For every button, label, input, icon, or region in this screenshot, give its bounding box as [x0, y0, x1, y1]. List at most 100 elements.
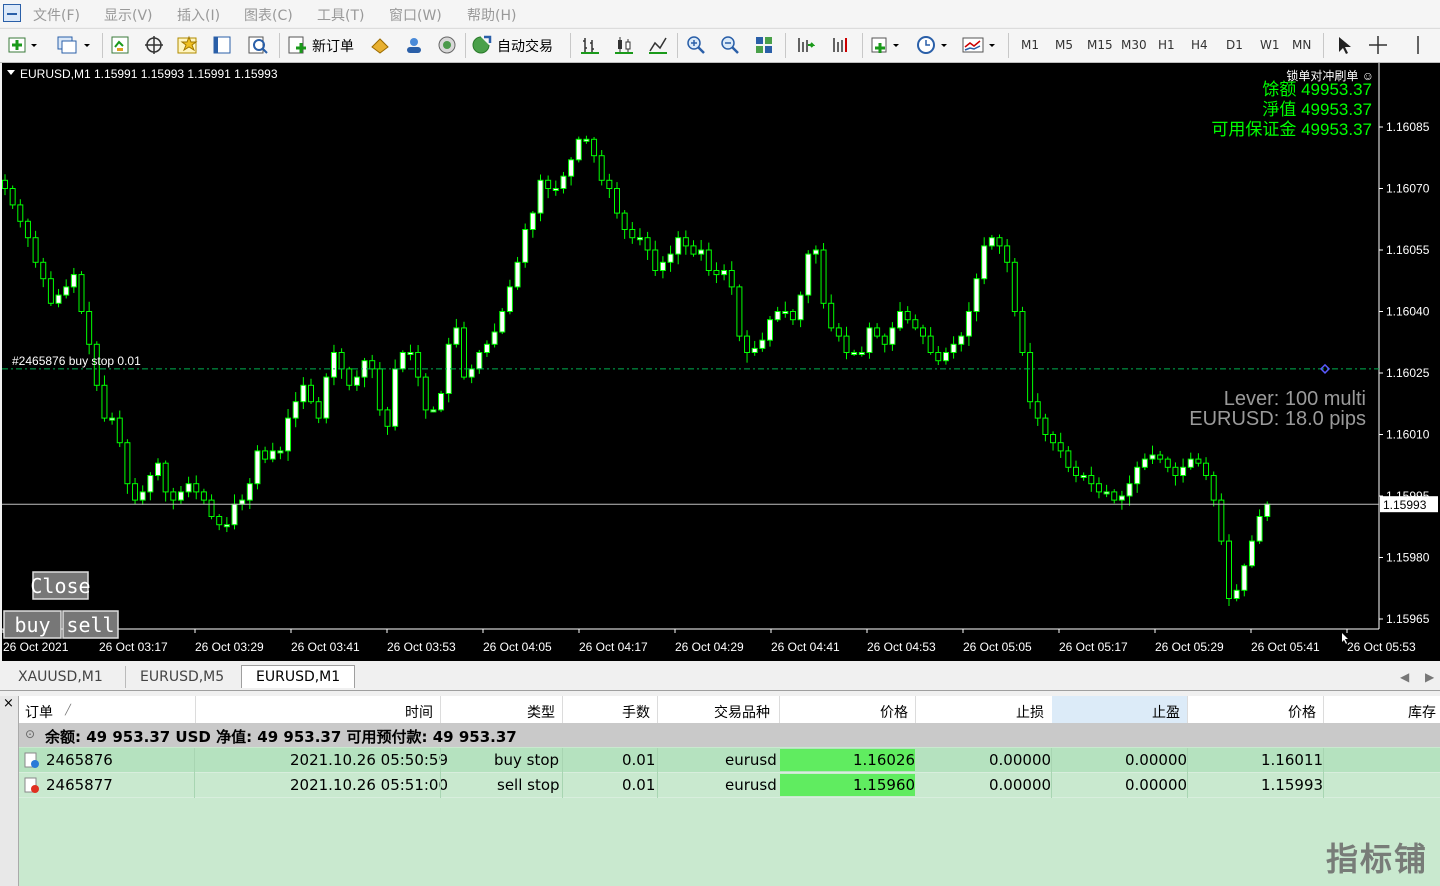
- table-row[interactable]: 2465876 2021.10.26 05:50:59 buy stop 0.0…: [19, 748, 1440, 773]
- timeframe-mn[interactable]: MN: [1292, 38, 1311, 52]
- candle-body: [78, 274, 85, 313]
- col-stop-loss[interactable]: 止损: [1016, 702, 1044, 722]
- col-take-profit[interactable]: 止盈: [1152, 702, 1180, 722]
- periods-clock-icon[interactable]: [916, 35, 947, 55]
- order-price: 1.15960: [853, 776, 916, 794]
- sell-button-label[interactable]: sell: [66, 613, 114, 637]
- candle-body: [55, 294, 62, 304]
- candle-body: [438, 393, 445, 411]
- candle-body: [537, 179, 544, 214]
- metaeditor-icon[interactable]: [370, 35, 390, 55]
- col-lots[interactable]: 手数: [622, 702, 650, 722]
- indicators-icon[interactable]: [870, 35, 899, 55]
- col-current-price[interactable]: 价格: [1288, 702, 1316, 722]
- market-watch-icon[interactable]: [110, 35, 130, 55]
- candle-body: [560, 175, 567, 189]
- menu-view[interactable]: 显示(V): [104, 5, 153, 25]
- timeframe-d1[interactable]: D1: [1226, 38, 1243, 52]
- zoom-in-icon[interactable]: [686, 35, 706, 55]
- menu-window[interactable]: 窗口(W): [389, 5, 442, 25]
- tab-xauusd-m1[interactable]: XAUUSD,M1: [4, 666, 117, 688]
- community-icon[interactable]: [404, 35, 424, 55]
- candle-body: [1118, 495, 1125, 501]
- tile-windows-icon[interactable]: [754, 35, 774, 55]
- table-row[interactable]: 2465877 2021.10.26 05:51:00 sell stop 0.…: [19, 773, 1440, 798]
- col-order[interactable]: 订单: [25, 702, 53, 722]
- x-tick-label: 26 Oct 03:29: [195, 640, 264, 654]
- candle-body: [1057, 442, 1064, 452]
- col-swap[interactable]: 库存: [1408, 702, 1436, 722]
- x-tick-label: 26 Oct 03:53: [387, 640, 456, 654]
- candlestick-icon[interactable]: [614, 35, 634, 55]
- profiles-icon[interactable]: [56, 35, 90, 55]
- templates-icon[interactable]: [962, 35, 995, 55]
- buy-button-label[interactable]: buy: [14, 613, 50, 637]
- candlestick-chart[interactable]: 1.16085 1.16070 1.16055 1.16040 1.16025 1.160…: [2, 63, 1440, 661]
- strategy-tester-icon[interactable]: [247, 35, 268, 55]
- order-type: buy stop: [494, 751, 560, 769]
- candle-body: [1210, 475, 1217, 501]
- candle-body: [384, 409, 391, 427]
- close-all-button-label[interactable]: Close: [30, 574, 90, 598]
- terminal-panel: × 订单 ╱ 时间 类型 手数 交易品种 价格 止损 止盈 价格 库存 ⊙ 余额…: [0, 696, 1440, 886]
- terminal-window-icon[interactable]: [212, 35, 232, 55]
- timeframe-m30[interactable]: M30: [1121, 38, 1147, 52]
- crosshair-tool-icon[interactable]: [1368, 35, 1388, 55]
- signals-icon[interactable]: [437, 35, 457, 55]
- candle-body: [1004, 245, 1011, 263]
- tab-scroll-right-icon[interactable]: ▶: [1425, 670, 1434, 684]
- candle-body: [950, 343, 957, 353]
- candle-body: [376, 368, 383, 411]
- auto-trading-button[interactable]: 自动交易: [497, 36, 553, 56]
- menu-file[interactable]: 文件(F): [33, 5, 80, 25]
- candle-body: [797, 294, 804, 321]
- timeframe-m1[interactable]: M1: [1021, 38, 1039, 52]
- new-order-icon[interactable]: [287, 35, 307, 55]
- auto-trading-icon[interactable]: [471, 35, 492, 55]
- chart-shift-icon[interactable]: [830, 35, 850, 55]
- new-chart-icon[interactable]: [8, 35, 37, 55]
- candle-body: [682, 237, 689, 247]
- zoom-out-icon[interactable]: [720, 35, 740, 55]
- col-time[interactable]: 时间: [405, 702, 433, 722]
- menu-charts[interactable]: 图表(C): [244, 5, 293, 25]
- candle-body: [988, 237, 995, 247]
- tab-scroll-left-icon[interactable]: ◀: [1400, 670, 1409, 684]
- close-icon[interactable]: ×: [3, 696, 14, 711]
- x-tick-label: 26 Oct 05:53: [1347, 640, 1416, 654]
- timeframe-m15[interactable]: M15: [1087, 38, 1113, 52]
- menu-insert[interactable]: 插入(I): [177, 5, 220, 25]
- menu-help[interactable]: 帮助(H): [467, 5, 516, 25]
- candle-body: [300, 384, 307, 403]
- cursor-arrow-icon[interactable]: [1334, 35, 1354, 55]
- tab-eurusd-m1[interactable]: EURUSD,M1: [241, 665, 356, 688]
- order-type: sell stop: [497, 776, 560, 794]
- chart-tabs: XAUUSD,M1 EURUSD,M5 EURUSD,M1 ◀ ▶: [0, 662, 1440, 691]
- tab-eurusd-m5[interactable]: EURUSD,M5: [125, 666, 238, 688]
- candle-body: [422, 376, 429, 411]
- col-symbol[interactable]: 交易品种: [714, 702, 770, 722]
- account-summary: 余额: 49 953.37 USD 净值: 49 953.37 可用预付款: 4…: [45, 728, 517, 746]
- timeframe-h1[interactable]: H1: [1158, 38, 1175, 52]
- timeframe-h4[interactable]: H4: [1191, 38, 1208, 52]
- auto-scroll-icon[interactable]: [795, 35, 816, 55]
- candle-body: [973, 278, 980, 312]
- candle-body: [828, 302, 835, 329]
- favorites-icon[interactable]: [177, 35, 198, 55]
- col-price[interactable]: 价格: [880, 702, 908, 722]
- new-order-button[interactable]: 新订单: [312, 36, 354, 56]
- timeframe-m5[interactable]: M5: [1055, 38, 1073, 52]
- candle-body: [17, 204, 24, 222]
- candle-body: [621, 212, 628, 231]
- col-type[interactable]: 类型: [527, 702, 555, 722]
- line-chart-icon[interactable]: [648, 35, 668, 55]
- order-current-price: 1.15993: [1261, 776, 1324, 794]
- menu-tools[interactable]: 工具(T): [317, 5, 364, 25]
- vertical-line-tool-icon[interactable]: [1408, 35, 1428, 55]
- candle-body: [453, 327, 460, 345]
- timeframe-w1[interactable]: W1: [1260, 38, 1280, 52]
- crosshair-nav-icon[interactable]: [144, 35, 164, 55]
- price-chart[interactable]: 1.16085 1.16070 1.16055 1.16040 1.16025 1.160…: [2, 63, 1440, 661]
- candle-body: [935, 352, 942, 362]
- bar-chart-icon[interactable]: [580, 35, 600, 55]
